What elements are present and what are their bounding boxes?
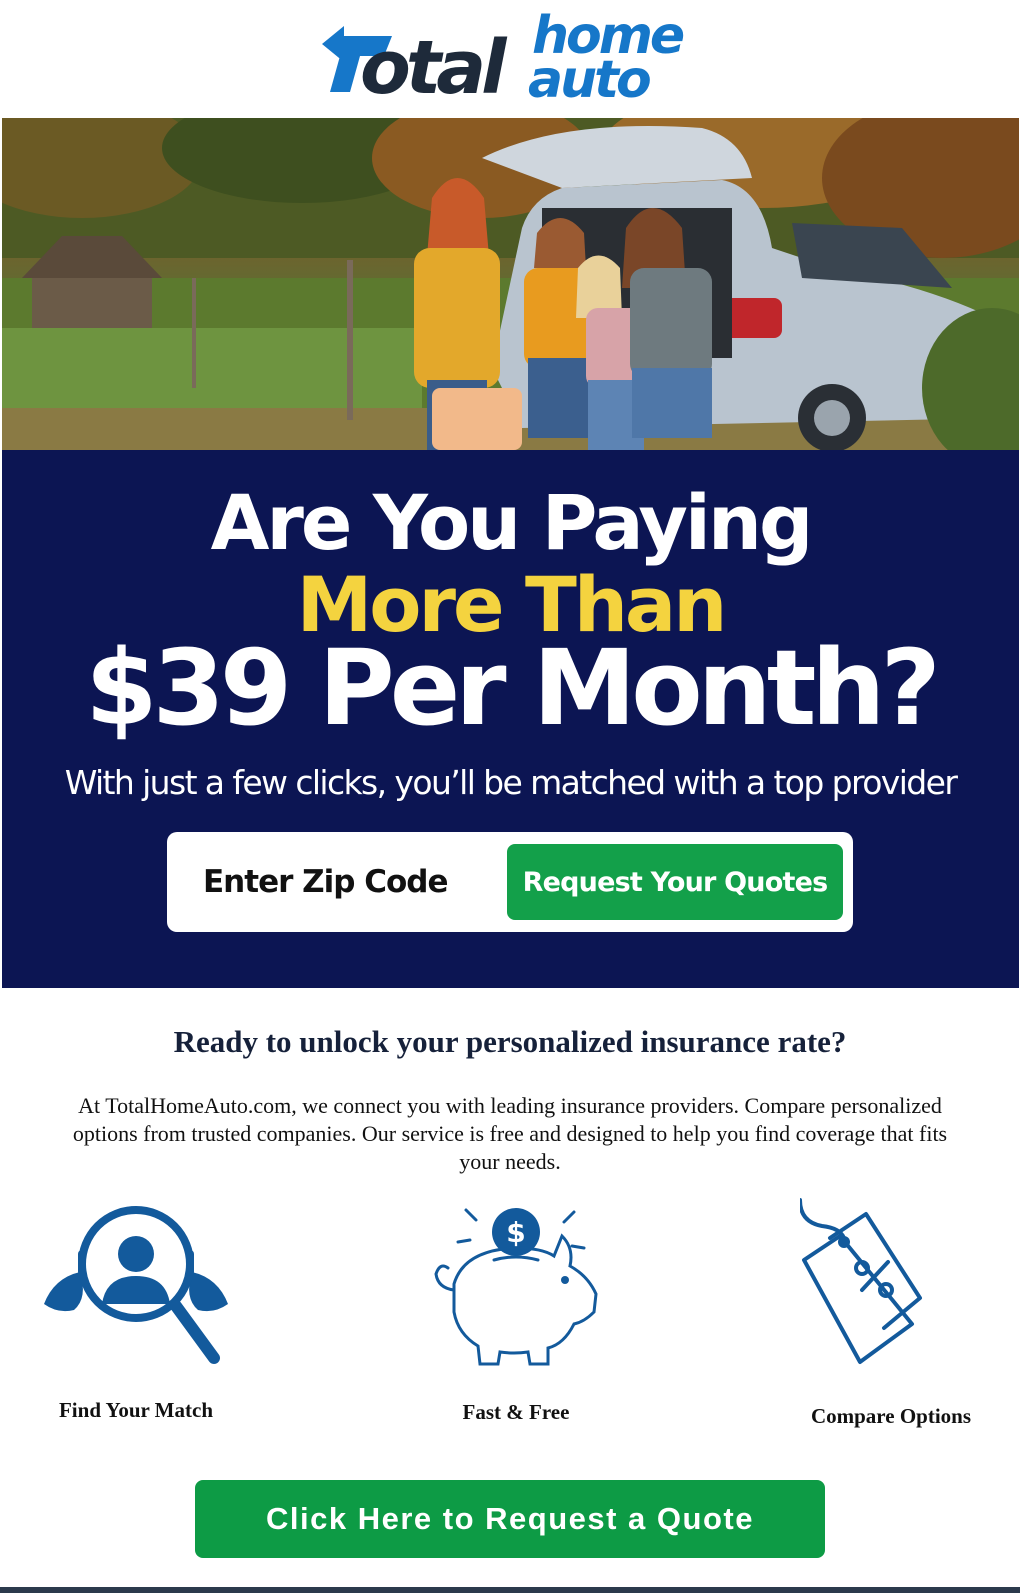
logo-word-auto: auto: [528, 50, 652, 110]
magnifier-person-icon: [44, 1206, 228, 1364]
hero-photo: [2, 118, 1019, 450]
header: otal home auto: [0, 0, 1020, 118]
section-title: Ready to unlock your personalized insura…: [173, 1024, 847, 1059]
promo-banner: Are You Paying More Than $39 Per Month? …: [2, 450, 1019, 988]
feature-label-fast-free: Fast & Free: [462, 1400, 570, 1424]
total-home-auto-logo[interactable]: otal home auto: [322, 8, 702, 111]
price-tag-percent-icon: [800, 1198, 922, 1364]
request-quotes-button[interactable]: Request Your Quotes: [507, 844, 843, 920]
logo-word-total: otal: [360, 25, 506, 111]
zip-code-input[interactable]: [203, 860, 493, 904]
banner-subheadline: With just a few clicks, you’ll be matche…: [64, 763, 958, 802]
footer-divider: [0, 1587, 1020, 1593]
request-quote-cta-button[interactable]: Click Here to Request a Quote: [195, 1480, 825, 1558]
headline-line-3: $39 Per Month?: [85, 627, 941, 749]
feature-label-find-match: Find Your Match: [58, 1398, 213, 1422]
headline-line-1: Are You Paying: [210, 478, 814, 567]
piggy-bank-icon: $: [434, 1208, 598, 1366]
svg-text:$: $: [506, 1216, 525, 1249]
zip-form: Request Your Quotes: [167, 832, 853, 932]
feature-label-compare-options: Compare Options: [810, 1404, 972, 1428]
family-with-car-photo-icon: [2, 118, 1019, 450]
intro-paragraph: At TotalHomeAuto.com, we connect you wit…: [72, 1093, 948, 1174]
